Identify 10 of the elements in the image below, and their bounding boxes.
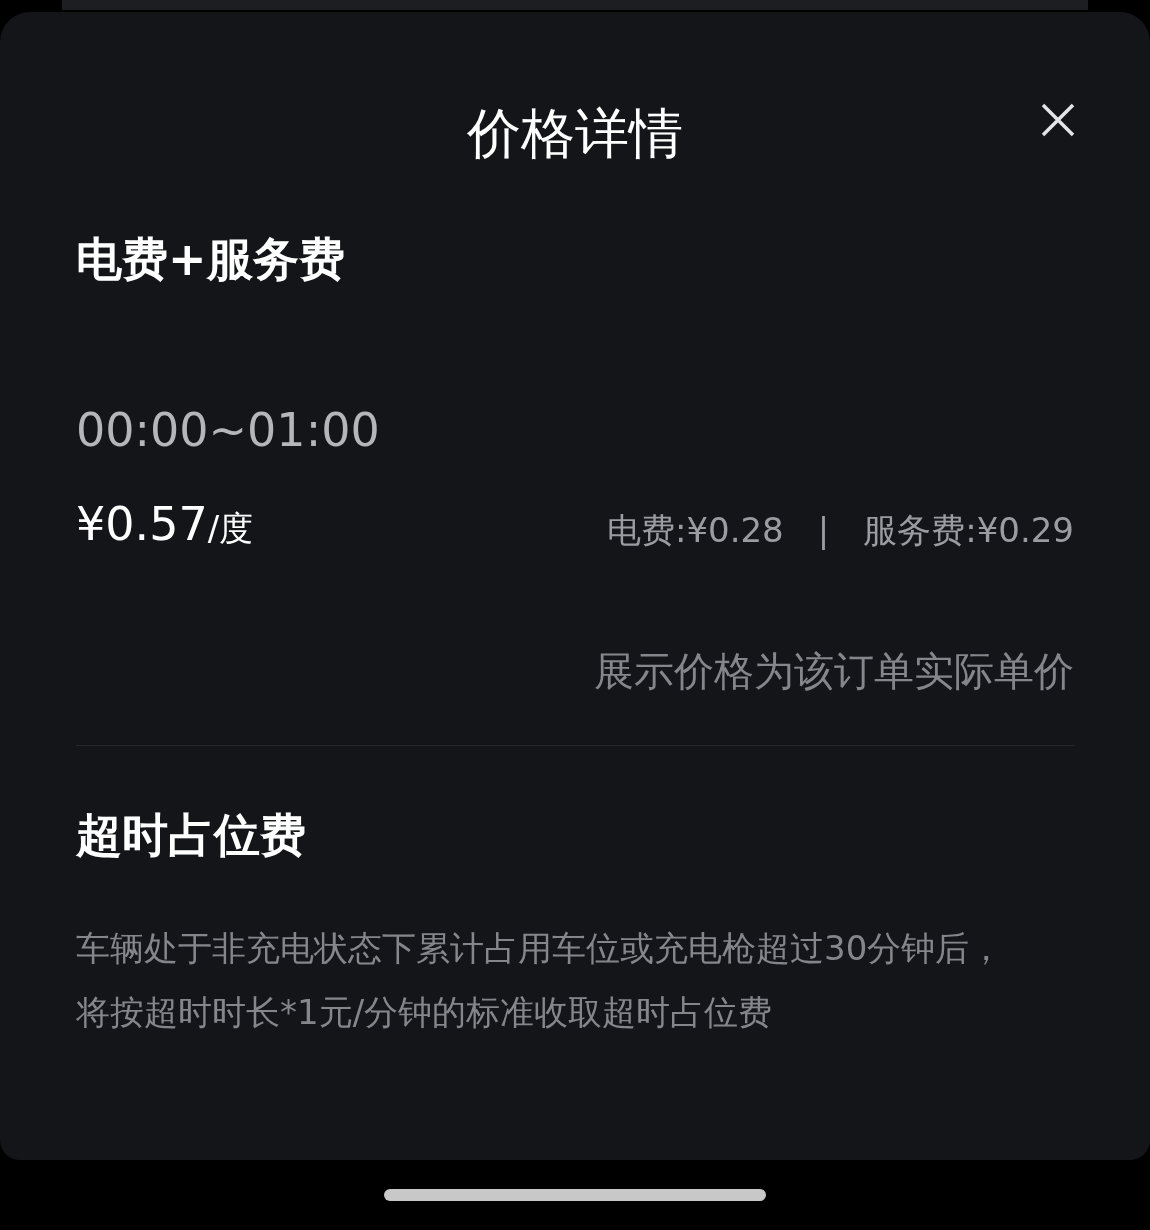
fee-description: 车辆处于非充电状态下累计占用车位或充电枪超过30分钟后，将按超时时长*1元/分钟的标准收取超时占位费 xyxy=(76,927,1005,1034)
fee-breakdown: 电费:¥0.28 xyxy=(606,513,784,547)
unit-price: ¥0.57/度 xyxy=(76,501,254,547)
time-range: 00:00~01:00 xyxy=(76,407,381,453)
close-icon xyxy=(1041,103,1075,137)
price-note: 展示价格为该订单实际单价 xyxy=(594,651,1074,691)
sheet-title: 价格详情 xyxy=(467,107,683,161)
section-heading: 超时占位费 xyxy=(76,812,307,858)
section-heading: 电费+服务费 xyxy=(76,236,346,282)
fee-breakdown: 服务费:¥0.29 xyxy=(863,513,1074,547)
